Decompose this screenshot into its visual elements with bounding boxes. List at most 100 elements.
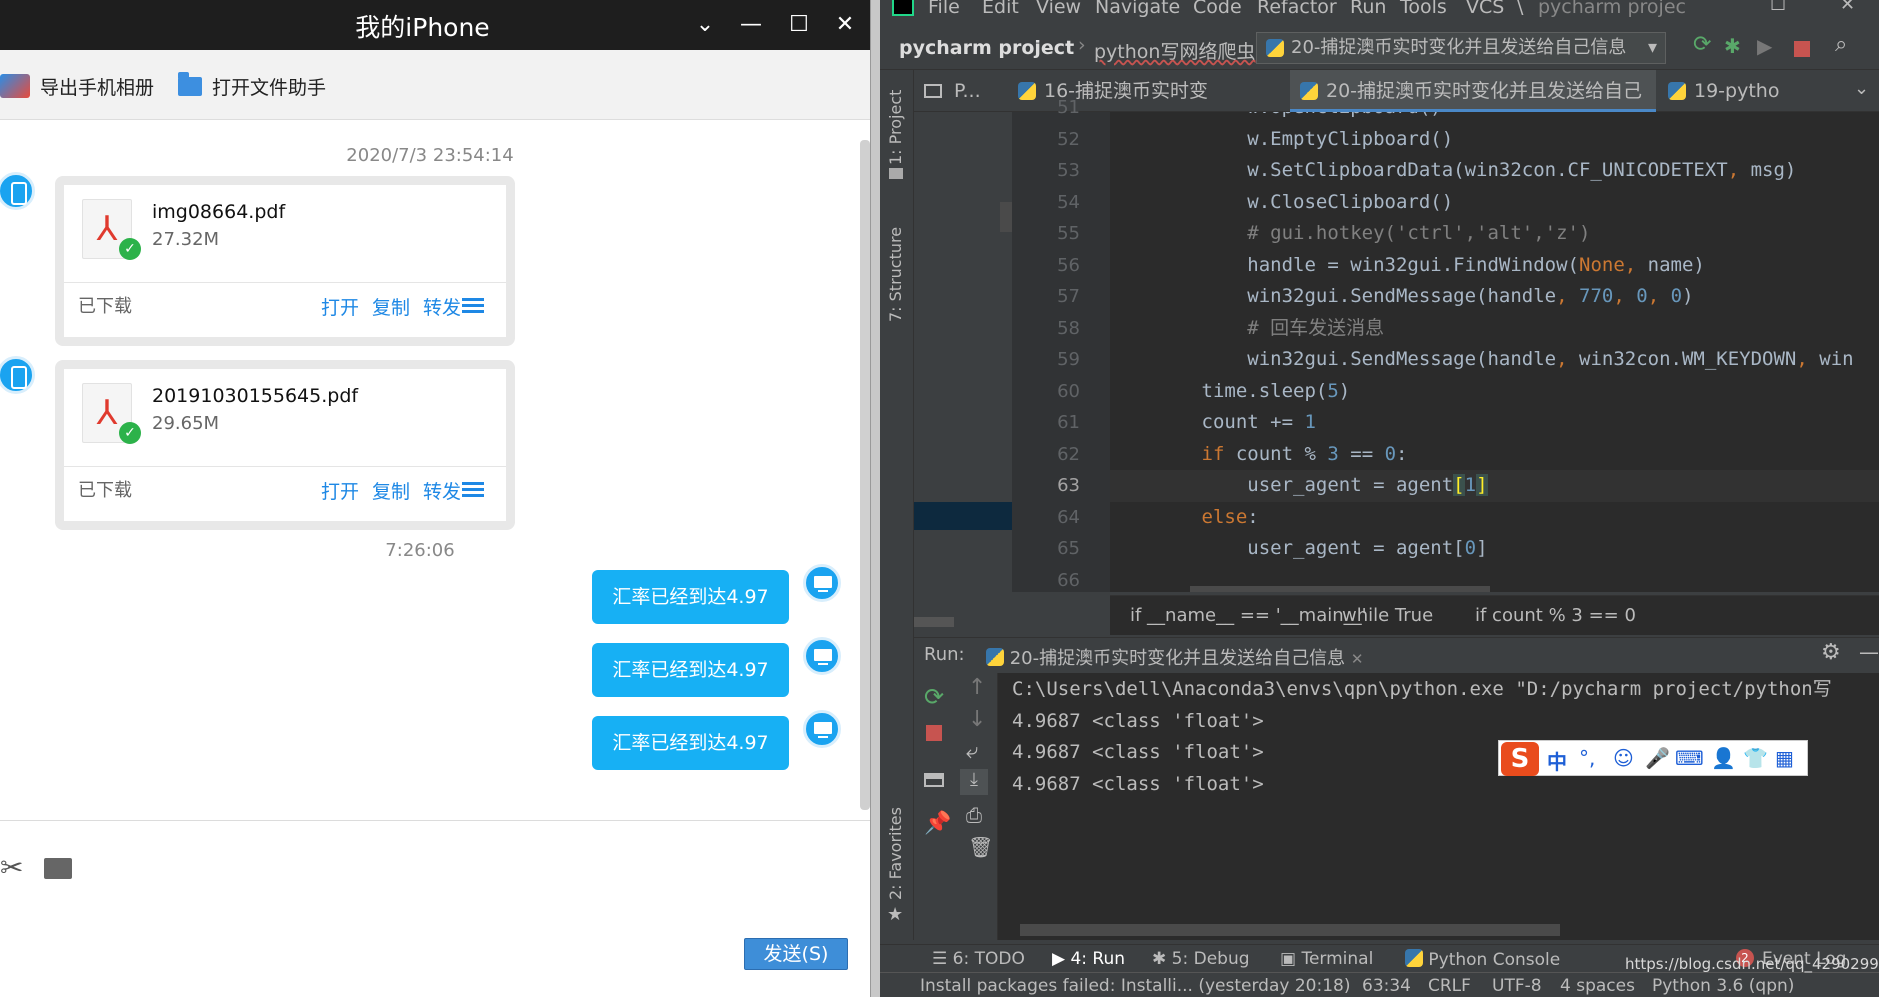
run-tab[interactable]: 20-捕捉澳币实时变化并且发送给自己信息 ✕: [986, 644, 1363, 670]
menu-run[interactable]: Run: [1350, 0, 1386, 18]
scissors-icon[interactable]: ✂: [0, 851, 23, 884]
code-line: time.sleep(5): [1110, 379, 1351, 402]
restore-button[interactable]: ☐: [1770, 0, 1786, 15]
menu-file[interactable]: File: [928, 0, 960, 18]
scroll-to-end-icon[interactable]: ⤓: [960, 769, 988, 795]
keyboard-icon[interactable]: ⌨: [1675, 746, 1704, 770]
todo-tab[interactable]: ☰ 6: TODO: [932, 949, 1025, 969]
sent-message: 汇率已经到达4.97: [592, 643, 789, 697]
interpreter[interactable]: Python 3.6 (qpn): [1652, 976, 1794, 996]
bug-icon: ✱: [1152, 949, 1172, 969]
send-button[interactable]: 发送(S): [744, 938, 848, 970]
sogou-logo-icon[interactable]: S: [1501, 742, 1539, 776]
microphone-icon[interactable]: 🎤: [1645, 746, 1670, 770]
layout-icon[interactable]: [924, 773, 944, 787]
close-button[interactable]: ✕: [1840, 0, 1855, 15]
copy-link[interactable]: 复制: [372, 293, 410, 320]
tab-file-19[interactable]: 19-pytho: [1658, 70, 1818, 112]
indent[interactable]: 4 spaces: [1560, 976, 1635, 996]
rerun-icon[interactable]: ⟳: [1693, 32, 1715, 57]
menu-edit[interactable]: Edit: [982, 0, 1019, 18]
folder-icon[interactable]: [44, 858, 72, 879]
emoji-icon[interactable]: ☺: [1613, 746, 1634, 770]
up-icon[interactable]: ↑: [968, 675, 986, 700]
cursor-position[interactable]: 63:34: [1362, 976, 1411, 996]
chevron-down-icon[interactable]: ⌄: [1854, 78, 1869, 99]
debug-icon[interactable]: ✱: [1724, 34, 1746, 58]
maximize-button[interactable]: ☐: [784, 10, 814, 40]
console-hscroll[interactable]: [1020, 924, 1560, 936]
wrap-icon[interactable]: ⤶: [966, 739, 978, 764]
project-tool-tab[interactable]: 1: Project: [886, 90, 905, 165]
pin-icon[interactable]: 📌: [924, 811, 951, 836]
breadcrumb-main[interactable]: if __name__ == '__main__': [1130, 605, 1367, 626]
tab-project[interactable]: P...: [914, 70, 1004, 112]
scroll-thumb[interactable]: [914, 617, 954, 627]
favorites-tool-tab[interactable]: 2: Favorites: [886, 807, 905, 900]
open-file-assistant-button[interactable]: 打开文件助手: [178, 71, 326, 100]
menu-icon[interactable]: [462, 482, 484, 497]
status-message[interactable]: Install packages failed: Installi... (ye…: [920, 976, 1350, 996]
skin-icon[interactable]: 👕: [1743, 746, 1768, 770]
forward-link[interactable]: 转发: [423, 293, 461, 320]
export-album-button[interactable]: 导出手机相册: [0, 72, 154, 100]
tab-file-20[interactable]: 20-捕捉澳币实时变化并且发送给自己信息.py✕: [1290, 70, 1656, 144]
close-button[interactable]: ✕: [830, 10, 860, 40]
menu-icon[interactable]: [462, 298, 484, 313]
menu-tools[interactable]: Tools: [1400, 0, 1447, 18]
copy-link[interactable]: 复制: [372, 477, 410, 504]
rerun-icon[interactable]: ⟳: [924, 683, 944, 711]
stop-icon[interactable]: [926, 725, 942, 741]
panel-scrollbar[interactable]: [1000, 202, 1012, 232]
run-console[interactable]: C:\Users\dell\Anaconda3\envs\qpn\python.…: [998, 673, 1879, 940]
dropdown-icon[interactable]: ⌄: [690, 10, 720, 40]
run-tool-tab[interactable]: ▶ 4: Run: [1052, 949, 1125, 969]
trash-icon[interactable]: 🗑: [968, 835, 993, 859]
file-name: img08664.pdf: [152, 201, 286, 223]
line-ending[interactable]: CRLF: [1428, 976, 1471, 996]
debug-tool-tab[interactable]: ✱ 5: Debug: [1152, 949, 1250, 969]
code-editor[interactable]: w.OpenClipboard() w.EmptyClipboard() w.S…: [1110, 112, 1879, 592]
gear-icon[interactable]: ⚙: [1821, 640, 1841, 665]
grid-icon[interactable]: ▦: [1775, 746, 1794, 770]
breadcrumb-project[interactable]: pycharm project: [899, 37, 1074, 59]
python-console-tab[interactable]: Python Console: [1405, 949, 1560, 970]
menu-navigate[interactable]: Navigate: [1095, 0, 1180, 18]
breadcrumb-while[interactable]: while True: [1342, 605, 1433, 626]
line-number: 52: [1057, 128, 1080, 150]
run-panel-header: Run: 20-捕捉澳币实时变化并且发送给自己信息 ✕ ⚙ —: [914, 637, 1879, 673]
encoding[interactable]: UTF-8: [1492, 976, 1542, 996]
ime-punct[interactable]: °,: [1579, 746, 1595, 770]
menu-code[interactable]: Code: [1193, 0, 1242, 18]
user-icon[interactable]: 👤: [1711, 746, 1736, 770]
open-link[interactable]: 打开: [321, 477, 359, 504]
menu-refactor[interactable]: Refactor: [1257, 0, 1337, 18]
menu-window[interactable]: \: [1517, 0, 1523, 18]
computer-avatar: [803, 564, 841, 602]
open-link[interactable]: 打开: [321, 293, 359, 320]
message-input-area[interactable]: ✂ 发送(S): [0, 820, 870, 997]
structure-tool-tab[interactable]: 7: Structure: [886, 227, 905, 322]
editor-hscroll[interactable]: [1190, 586, 1490, 592]
forward-link[interactable]: 转发: [423, 477, 461, 504]
breadcrumb-folder[interactable]: python写网络爬虫: [1094, 37, 1255, 64]
print-icon[interactable]: ⎙: [966, 803, 982, 827]
coverage-icon[interactable]: ▶: [1757, 34, 1779, 58]
menu-vcs[interactable]: VCS: [1466, 0, 1504, 18]
run-tab-label: 20-捕捉澳币实时变化并且发送给自己信息: [1009, 648, 1346, 669]
stop-icon[interactable]: [1794, 41, 1810, 57]
down-icon[interactable]: ↓: [968, 707, 986, 732]
line-number: 66: [1057, 569, 1080, 591]
run-config-label: 20-捕捉澳币实时变化并且发送给自己信息: [1291, 37, 1627, 58]
menu-view[interactable]: View: [1036, 0, 1081, 18]
minimize-icon[interactable]: —: [1859, 640, 1879, 664]
minimize-button[interactable]: —: [736, 10, 766, 40]
breadcrumb-if[interactable]: if count % 3 == 0: [1475, 605, 1636, 626]
search-icon[interactable]: ⌕: [1835, 32, 1857, 57]
close-tab-icon[interactable]: ✕: [1351, 650, 1364, 668]
terminal-tab[interactable]: ▣ Terminal: [1280, 949, 1373, 969]
run-config-select[interactable]: 20-捕捉澳币实时变化并且发送给自己信息 ▾: [1256, 32, 1666, 64]
ime-mode[interactable]: 中: [1547, 746, 1567, 775]
code-line: if count % 3 == 0:: [1201, 442, 1408, 465]
scrollbar[interactable]: [860, 140, 870, 810]
